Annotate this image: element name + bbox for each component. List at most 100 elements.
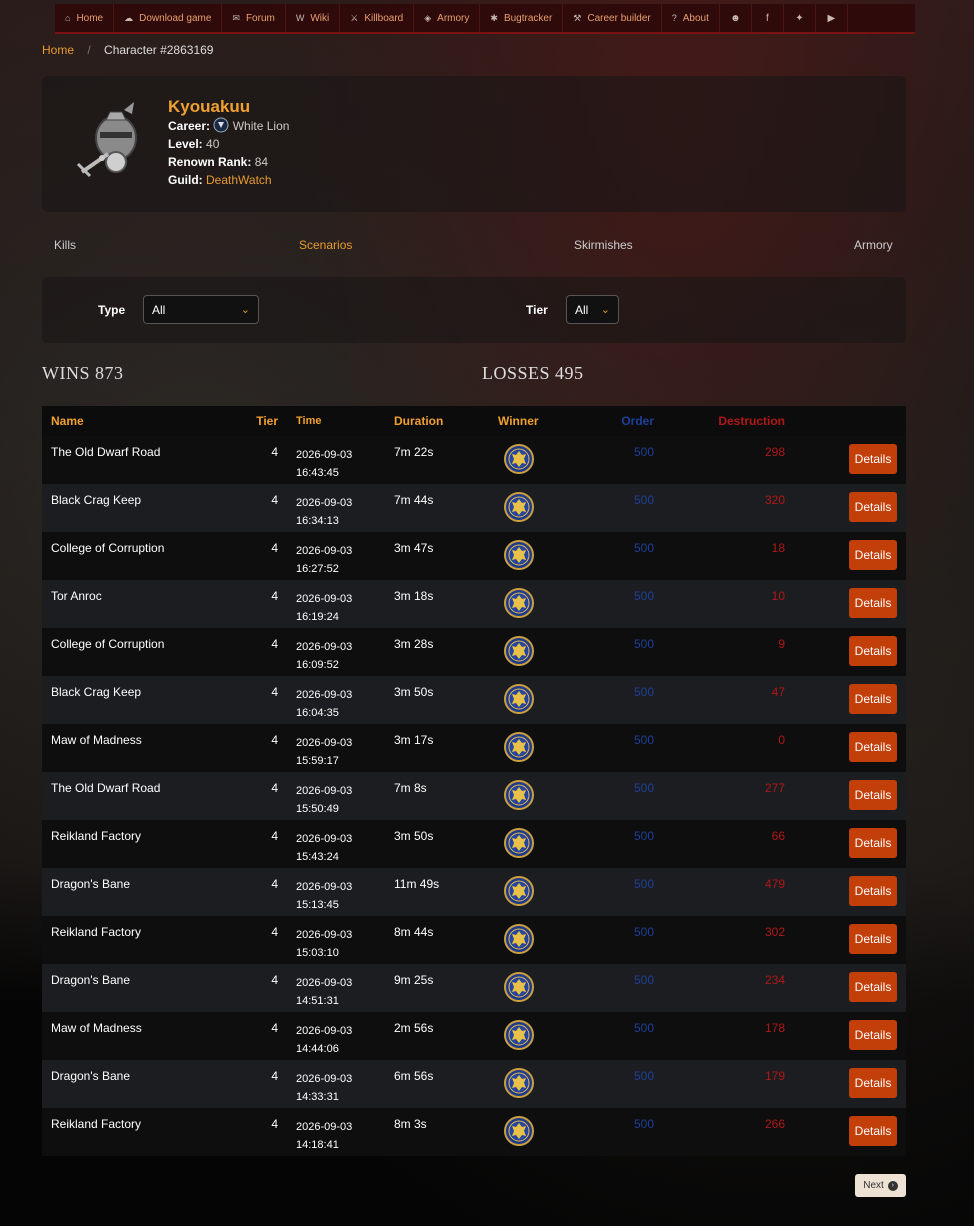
nav-armory[interactable]: ◈ Armory [414, 4, 481, 32]
table-row: Maw of Madness 4 2026-09-03 15:59:17 3m 17s 5… [42, 724, 906, 772]
destruction-score: 277 [764, 781, 785, 795]
cell-actions: Details [785, 1012, 906, 1060]
cell-duration: 9m 25s [394, 964, 498, 1012]
guild-row: Guild: DeathWatch [168, 171, 289, 189]
details-button[interactable]: Details [849, 588, 897, 618]
duration-value: 3m 17s [394, 733, 434, 747]
duration-value: 3m 50s [394, 829, 434, 843]
cell-time: 2026-09-03 16:19:24 [278, 580, 394, 628]
details-button[interactable]: Details [849, 636, 897, 666]
losses-count: LOSSES 495 [482, 363, 584, 383]
next-page-button[interactable]: Next › [855, 1174, 906, 1197]
details-button[interactable]: Details [849, 1020, 897, 1050]
details-button[interactable]: Details [849, 540, 897, 570]
details-button[interactable]: Details [849, 1068, 897, 1098]
header-winner: Winner [498, 406, 594, 436]
scenario-name: Dragon's Bane [51, 973, 131, 987]
cell-name: College of Corruption [42, 532, 231, 580]
cell-time: 2026-09-03 15:13:45 [278, 868, 394, 916]
cell-actions: Details [785, 868, 906, 916]
nav-home[interactable]: ⌂ Home [55, 4, 115, 32]
cell-winner [498, 916, 594, 964]
tab-kills[interactable]: Kills [54, 238, 76, 252]
cell-name: Maw of Madness [42, 724, 231, 772]
cell-name: Reikland Factory [42, 916, 231, 964]
career-value: White Lion [232, 119, 290, 133]
details-button[interactable]: Details [849, 1116, 897, 1146]
order-crest-icon [504, 828, 534, 858]
tab-skirmishes[interactable]: Skirmishes [574, 238, 633, 252]
twitter-icon[interactable]: ✦ [784, 4, 816, 32]
details-button[interactable]: Details [849, 972, 897, 1002]
order-score: 500 [633, 781, 654, 795]
nav-bugtracker[interactable]: ✱ Bugtracker [480, 4, 564, 32]
cell-time: 2026-09-03 14:44:06 [278, 1012, 394, 1060]
tab-scenarios[interactable]: Scenarios [299, 238, 352, 252]
cell-order: 500 [594, 724, 654, 772]
cell-tier: 4 [231, 1060, 278, 1108]
home-icon: ⌂ [65, 13, 71, 23]
header-actions [785, 406, 906, 436]
top-navigation: ⌂ Home ☁ Download game ✉ Forum W Wiki ⚔ Killboard… [55, 4, 915, 34]
cell-duration: 7m 8s [394, 772, 498, 820]
renown-label: Renown Rank: [168, 155, 252, 169]
time-clock: 16:27:52 [296, 563, 339, 575]
time-clock: 16:04:35 [296, 707, 339, 719]
duration-value: 8m 3s [394, 1117, 427, 1131]
cell-tier: 4 [231, 676, 278, 724]
cell-actions: Details [785, 724, 906, 772]
tab-armory[interactable]: Armory [854, 238, 893, 252]
tier-value: 4 [271, 973, 278, 987]
cell-name: Reikland Factory [42, 1108, 231, 1156]
cell-destruction: 0 [654, 724, 785, 772]
breadcrumb-home-link[interactable]: Home [42, 43, 74, 57]
discord-icon[interactable]: ☻ [720, 4, 752, 32]
nav-armory-label: Armory [437, 12, 470, 24]
details-button[interactable]: Details [849, 732, 897, 762]
character-tabs: Kills Scenarios Skirmishes Armory [42, 233, 906, 257]
order-crest-icon [504, 780, 534, 810]
cell-name: The Old Dwarf Road [42, 436, 231, 484]
type-filter-select[interactable]: All ⌄ [143, 295, 259, 324]
time-date: 2026-09-03 [296, 977, 353, 989]
level-label: Level: [168, 137, 203, 151]
chevron-down-icon: ⌄ [240, 304, 250, 316]
details-button[interactable]: Details [849, 924, 897, 954]
details-button[interactable]: Details [849, 876, 897, 906]
order-score: 500 [633, 925, 654, 939]
order-score: 500 [633, 1021, 654, 1035]
nav-wiki[interactable]: W Wiki [286, 4, 341, 32]
time-clock: 16:34:13 [296, 515, 339, 527]
duration-value: 7m 44s [394, 493, 434, 507]
details-button[interactable]: Details [849, 684, 897, 714]
details-button[interactable]: Details [849, 828, 897, 858]
destruction-score: 10 [771, 589, 785, 603]
facebook-icon[interactable]: f [752, 4, 784, 32]
cell-order: 500 [594, 1012, 654, 1060]
cell-name: The Old Dwarf Road [42, 772, 231, 820]
tier-filter-select[interactable]: All ⌄ [566, 295, 619, 324]
cell-name: Maw of Madness [42, 1012, 231, 1060]
nav-career-builder[interactable]: ⚒ Career builder [563, 4, 662, 32]
nav-download-game[interactable]: ☁ Download game [114, 4, 223, 32]
order-crest-icon [504, 924, 534, 954]
duration-value: 3m 47s [394, 541, 434, 555]
cell-order: 500 [594, 1060, 654, 1108]
nav-killboard[interactable]: ⚔ Killboard [340, 4, 415, 32]
order-score: 500 [633, 445, 654, 459]
cell-destruction: 9 [654, 628, 785, 676]
tier-filter-value: All [575, 302, 589, 317]
nav-about[interactable]: ? About [662, 4, 720, 32]
header-duration: Duration [394, 406, 498, 436]
guild-link[interactable]: DeathWatch [206, 173, 272, 187]
destruction-score: 47 [771, 685, 785, 699]
details-button[interactable]: Details [849, 492, 897, 522]
time-clock: 16:09:52 [296, 659, 339, 671]
details-button[interactable]: Details [849, 444, 897, 474]
details-button[interactable]: Details [849, 780, 897, 810]
scenario-name: Maw of Madness [51, 733, 142, 747]
youtube-icon[interactable]: ▶ [816, 4, 848, 32]
nav-forum[interactable]: ✉ Forum [222, 4, 286, 32]
time-clock: 14:51:31 [296, 995, 339, 1007]
time-clock: 15:43:24 [296, 851, 339, 863]
